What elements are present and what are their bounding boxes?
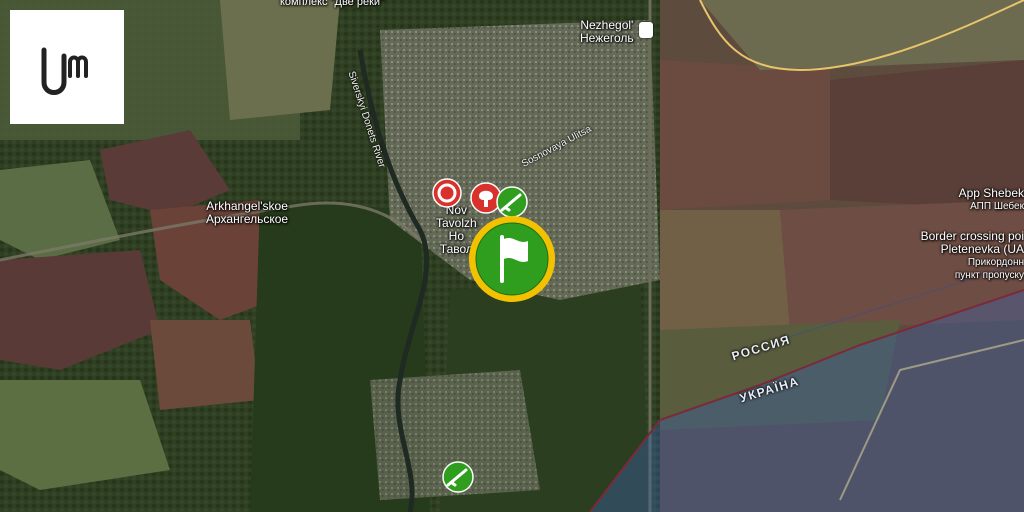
place-label-nezhegol[interactable]: Nezhegol' Нежеголь: [580, 19, 634, 45]
place-label-line: пункт пропуску: [954, 270, 1024, 281]
flag-marker-main[interactable]: [466, 213, 558, 310]
place-label-arkhangelskoe[interactable]: Arkhangel'skoe Архангельское: [206, 200, 288, 226]
rifle-icon: [442, 461, 474, 493]
place-label-app-shebekino[interactable]: App Shebek АПП Шебек: [959, 187, 1024, 213]
place-label-pletenevka-crossing[interactable]: Border crossing poi Pletenevka (UA Прико…: [921, 230, 1024, 282]
flag-icon: [469, 216, 555, 302]
brand-logo: [10, 10, 124, 124]
lifebuoy-marker[interactable]: [432, 178, 462, 213]
place-label-dve-reki: комплекс "Две реки": [280, 0, 384, 8]
place-label-latin: App Shebek: [958, 186, 1024, 200]
lifebuoy-icon: [432, 178, 462, 208]
um-logo-icon: [41, 47, 88, 95]
place-label-cyrillic: АПП Шебек: [970, 201, 1024, 212]
place-label-line: Pletenevka (UA: [940, 242, 1024, 256]
rifle-marker-south[interactable]: [442, 461, 474, 498]
place-label-line: Прикордонн: [967, 257, 1024, 268]
place-label-cyrillic: Архангельское: [206, 212, 289, 226]
transit-icon[interactable]: [639, 22, 653, 38]
place-label-cyrillic: Нежеголь: [580, 31, 634, 45]
